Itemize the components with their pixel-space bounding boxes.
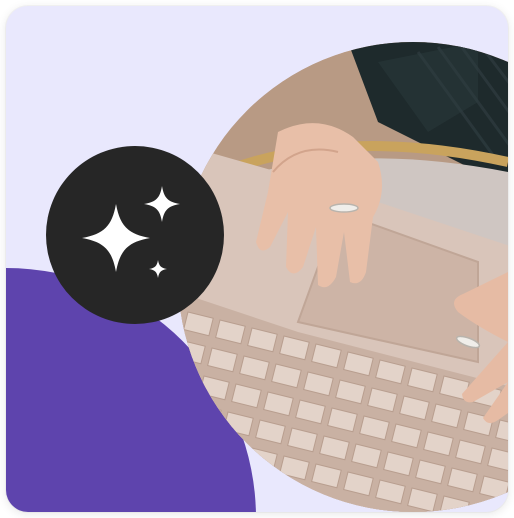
sparkles-icon — [82, 186, 180, 278]
feature-card — [6, 6, 508, 512]
sparkle-badge — [46, 146, 224, 324]
